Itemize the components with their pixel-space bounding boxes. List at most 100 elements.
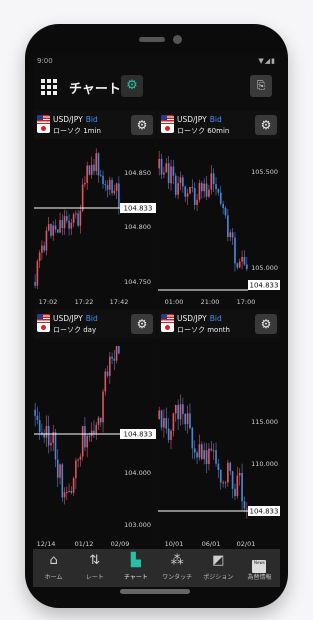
candle-body [189, 187, 191, 194]
candle-body [236, 475, 239, 497]
x-tick-label: 17:22 [75, 298, 94, 306]
candle-body [97, 417, 100, 425]
candle-body [59, 464, 61, 478]
candle-body [38, 420, 41, 433]
candle-body [198, 444, 201, 458]
layout-icon: ⎘ [256, 79, 266, 92]
candle-body [95, 424, 98, 434]
candle-body [241, 472, 243, 502]
candle-body [72, 478, 75, 493]
usd-jpy-flag-icon [37, 115, 50, 133]
tab-chart[interactable]: ▙ チャート [115, 549, 156, 587]
candle-body [63, 492, 66, 498]
panel-settings-button[interactable]: ⚙ [131, 314, 153, 334]
candle-body [177, 183, 179, 195]
candle-body [167, 428, 170, 440]
menu-grid-icon[interactable] [41, 79, 57, 95]
currency-pair: USD/JPY Bid [53, 115, 98, 124]
chart-panel-60min[interactable]: USD/JPY Bid ローソク 60min ⚙ 104.833 105.500 … [158, 111, 280, 307]
candle-body [50, 223, 52, 236]
x-tick-label: 02/01 [237, 540, 256, 548]
panel-settings-button[interactable]: ⚙ [255, 115, 277, 135]
current-price-label: 104.833 [124, 431, 153, 439]
layout-switch-button[interactable]: ⎘ [250, 75, 272, 97]
chart-settings-button[interactable]: ⚙ [121, 75, 143, 97]
candle-body [198, 183, 201, 200]
candle-body [47, 223, 50, 231]
candle-body [172, 166, 175, 176]
y-tick-label: 105.500 [251, 168, 278, 176]
tab-position[interactable]: ◩ ポジション [198, 549, 239, 587]
candle-body [208, 448, 210, 465]
candle-body [86, 435, 88, 448]
phone-speaker [139, 37, 165, 42]
candle-body [104, 184, 107, 186]
usd-jpy-flag-icon [161, 314, 174, 332]
chart-panel-month[interactable]: USD/JPY Bid ローソク month ⚙ 104.833 115.000 … [158, 310, 280, 548]
candle-body [56, 459, 59, 478]
candle-body [241, 257, 243, 262]
panel-settings-button[interactable]: ⚙ [255, 314, 277, 334]
candle-body [88, 165, 91, 175]
gear-icon: ⚙ [136, 118, 148, 132]
candle-body [170, 166, 172, 184]
candle-body [231, 232, 234, 238]
candle-body [59, 220, 61, 233]
candle-body [222, 482, 224, 484]
candle-body [172, 413, 175, 431]
candles [158, 394, 248, 519]
chart-panel-1min[interactable]: USD/JPY Bid ローソク 1min ⚙ 104.833 104.850 1… [34, 111, 156, 307]
candle-body [196, 199, 198, 206]
candle-body [45, 230, 48, 251]
app-screen: 9:00 ▼◢▮ チャート2 ⚙ ⎘ USD/JPY Bid ローソク 1min … [33, 55, 280, 587]
candle-body [47, 425, 50, 446]
candle-body [163, 172, 165, 175]
candle-body [75, 460, 77, 479]
candle-body [236, 263, 239, 268]
tab-home[interactable]: ⌂ ホーム [33, 549, 74, 587]
candle-body [217, 463, 220, 470]
page: 9:00 ▼◢▮ チャート2 ⚙ ⎘ USD/JPY Bid ローソク 1min … [0, 0, 313, 620]
gear-icon: ⚙ [260, 118, 272, 132]
tab-one-touch[interactable]: ⁂ ワンタッチ [157, 549, 198, 587]
candle-body [210, 173, 213, 190]
candle-body [50, 442, 52, 446]
candle-body [243, 501, 246, 509]
candle-body [90, 430, 93, 437]
tab-label: ホーム [44, 574, 63, 581]
candle-body [165, 163, 168, 173]
panel-settings-button[interactable]: ⚙ [131, 115, 153, 135]
candle-body [88, 435, 91, 437]
tab-label: チャート [123, 574, 148, 581]
candle-body [163, 418, 165, 428]
tab-fx-news[interactable]: News 為替情報 [239, 549, 280, 587]
candle-body [36, 415, 39, 421]
candle-body [215, 184, 217, 190]
currency-pair: USD/JPY Bid [177, 115, 222, 124]
chart-panel-day[interactable]: USD/JPY Bid ローソク day ⚙ 104.833 104.000 10… [34, 310, 156, 548]
candle-body [234, 488, 236, 497]
rate-icon: ⇅ [89, 553, 101, 568]
tab-label: ポジション [203, 574, 234, 581]
x-tick-label: 02/09 [111, 540, 130, 548]
home-icon: ⌂ [49, 553, 58, 568]
panel-header: USD/JPY Bid ローソク day ⚙ [34, 310, 156, 338]
candle-body [219, 192, 222, 204]
candle-body [106, 371, 109, 376]
candle-body [52, 225, 55, 236]
status-time: 9:00 [37, 57, 53, 65]
candle-body [99, 417, 102, 423]
candle-body [70, 222, 73, 229]
candle-body [196, 452, 198, 458]
candle-body [234, 237, 236, 264]
tab-rate[interactable]: ⇅ レート [74, 549, 115, 587]
app-bar: チャート2 ⚙ ⎘ [33, 69, 280, 105]
chart-period: ローソク day [53, 326, 97, 334]
candle-body [177, 404, 179, 420]
candle-body [106, 185, 109, 190]
panel-header: USD/JPY Bid ローソク 1min ⚙ [34, 111, 156, 139]
candle-body [34, 409, 36, 416]
y-tick-label: 115.000 [251, 418, 278, 426]
candle-body [102, 391, 104, 423]
candles [34, 148, 120, 289]
